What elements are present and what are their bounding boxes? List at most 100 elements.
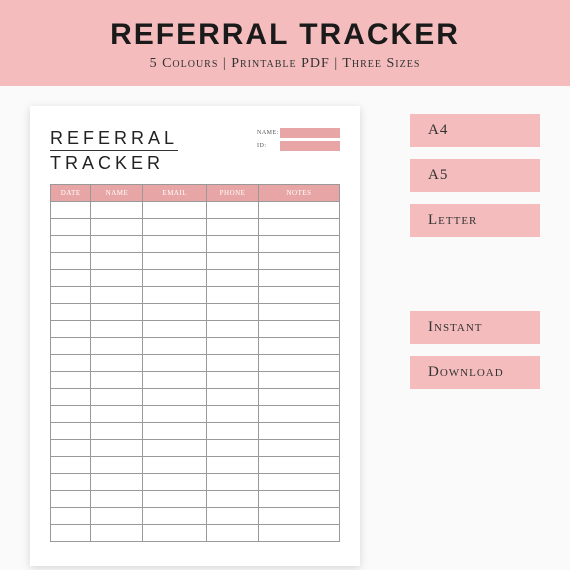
table-row <box>51 389 340 406</box>
table-cell <box>143 474 207 491</box>
table-cell <box>143 508 207 525</box>
meta-fields: NAME: ID: <box>257 128 340 151</box>
table-cell <box>51 406 91 423</box>
table-cell <box>259 253 340 270</box>
meta-row-name: NAME: <box>257 128 340 138</box>
table-cell <box>143 355 207 372</box>
table-row <box>51 270 340 287</box>
header-banner: REFERRAL TRACKER 5 Colours | Printable P… <box>0 0 570 86</box>
document-preview: REFERRAL TRACKER NAME: ID: DATE NAME <box>30 106 360 566</box>
table-cell <box>143 525 207 542</box>
table-cell <box>207 406 259 423</box>
table-cell <box>207 389 259 406</box>
table-cell <box>207 474 259 491</box>
col-header-notes: NOTES <box>259 185 340 202</box>
table-cell <box>91 457 143 474</box>
table-cell <box>259 474 340 491</box>
table-cell <box>259 236 340 253</box>
table-cell <box>91 321 143 338</box>
badge-download: Download <box>410 356 540 389</box>
table-cell <box>143 491 207 508</box>
table-cell <box>207 508 259 525</box>
table-row <box>51 406 340 423</box>
meta-id-label: ID: <box>257 143 277 149</box>
table-cell <box>207 236 259 253</box>
table-cell <box>51 423 91 440</box>
table-cell <box>207 253 259 270</box>
table-cell <box>91 491 143 508</box>
size-option-letter[interactable]: Letter <box>410 204 540 237</box>
table-row <box>51 219 340 236</box>
table-cell <box>207 423 259 440</box>
table-cell <box>143 389 207 406</box>
sidebar-spacer <box>410 249 570 299</box>
table-cell <box>207 270 259 287</box>
table-cell <box>51 270 91 287</box>
table-cell <box>51 321 91 338</box>
table-header-row: DATE NAME EMAIL PHONE NOTES <box>51 185 340 202</box>
table-cell <box>259 219 340 236</box>
table-cell <box>259 491 340 508</box>
table-cell <box>51 202 91 219</box>
table-cell <box>207 338 259 355</box>
table-row <box>51 457 340 474</box>
table-cell <box>51 219 91 236</box>
table-cell <box>259 508 340 525</box>
table-cell <box>143 304 207 321</box>
table-cell <box>259 338 340 355</box>
table-cell <box>207 525 259 542</box>
size-option-a5[interactable]: A5 <box>410 159 540 192</box>
size-option-a4[interactable]: A4 <box>410 114 540 147</box>
table-cell <box>51 389 91 406</box>
table-cell <box>207 202 259 219</box>
table-cell <box>259 355 340 372</box>
page-title: REFERRAL TRACKER <box>20 18 550 52</box>
table-cell <box>51 474 91 491</box>
table-cell <box>91 474 143 491</box>
main-content: REFERRAL TRACKER NAME: ID: DATE NAME <box>0 86 570 566</box>
col-header-phone: PHONE <box>207 185 259 202</box>
table-cell <box>91 372 143 389</box>
table-cell <box>143 440 207 457</box>
download-badges: Instant Download <box>410 311 570 389</box>
table-row <box>51 508 340 525</box>
table-cell <box>91 355 143 372</box>
table-cell <box>259 202 340 219</box>
table-cell <box>259 372 340 389</box>
preview-title-line2: TRACKER <box>50 153 178 174</box>
table-cell <box>143 372 207 389</box>
table-cell <box>91 270 143 287</box>
table-row <box>51 202 340 219</box>
page-subtitle: 5 Colours | Printable PDF | Three Sizes <box>20 56 550 72</box>
table-cell <box>143 338 207 355</box>
table-cell <box>143 457 207 474</box>
table-cell <box>207 304 259 321</box>
table-cell <box>259 440 340 457</box>
table-cell <box>91 338 143 355</box>
preview-title-line1: REFERRAL <box>50 128 178 151</box>
table-row <box>51 525 340 542</box>
table-cell <box>91 219 143 236</box>
table-cell <box>259 406 340 423</box>
table-cell <box>51 304 91 321</box>
table-cell <box>143 236 207 253</box>
meta-id-box <box>280 141 340 151</box>
col-header-date: DATE <box>51 185 91 202</box>
table-cell <box>143 406 207 423</box>
col-header-name: NAME <box>91 185 143 202</box>
table-cell <box>143 270 207 287</box>
table-row <box>51 304 340 321</box>
table-cell <box>259 304 340 321</box>
table-cell <box>51 457 91 474</box>
table-row <box>51 372 340 389</box>
table-cell <box>207 287 259 304</box>
table-cell <box>51 355 91 372</box>
table-row <box>51 491 340 508</box>
table-cell <box>91 389 143 406</box>
table-cell <box>259 321 340 338</box>
table-cell <box>259 389 340 406</box>
meta-name-box <box>280 128 340 138</box>
table-cell <box>143 287 207 304</box>
table-cell <box>91 253 143 270</box>
tracker-body <box>51 202 340 542</box>
